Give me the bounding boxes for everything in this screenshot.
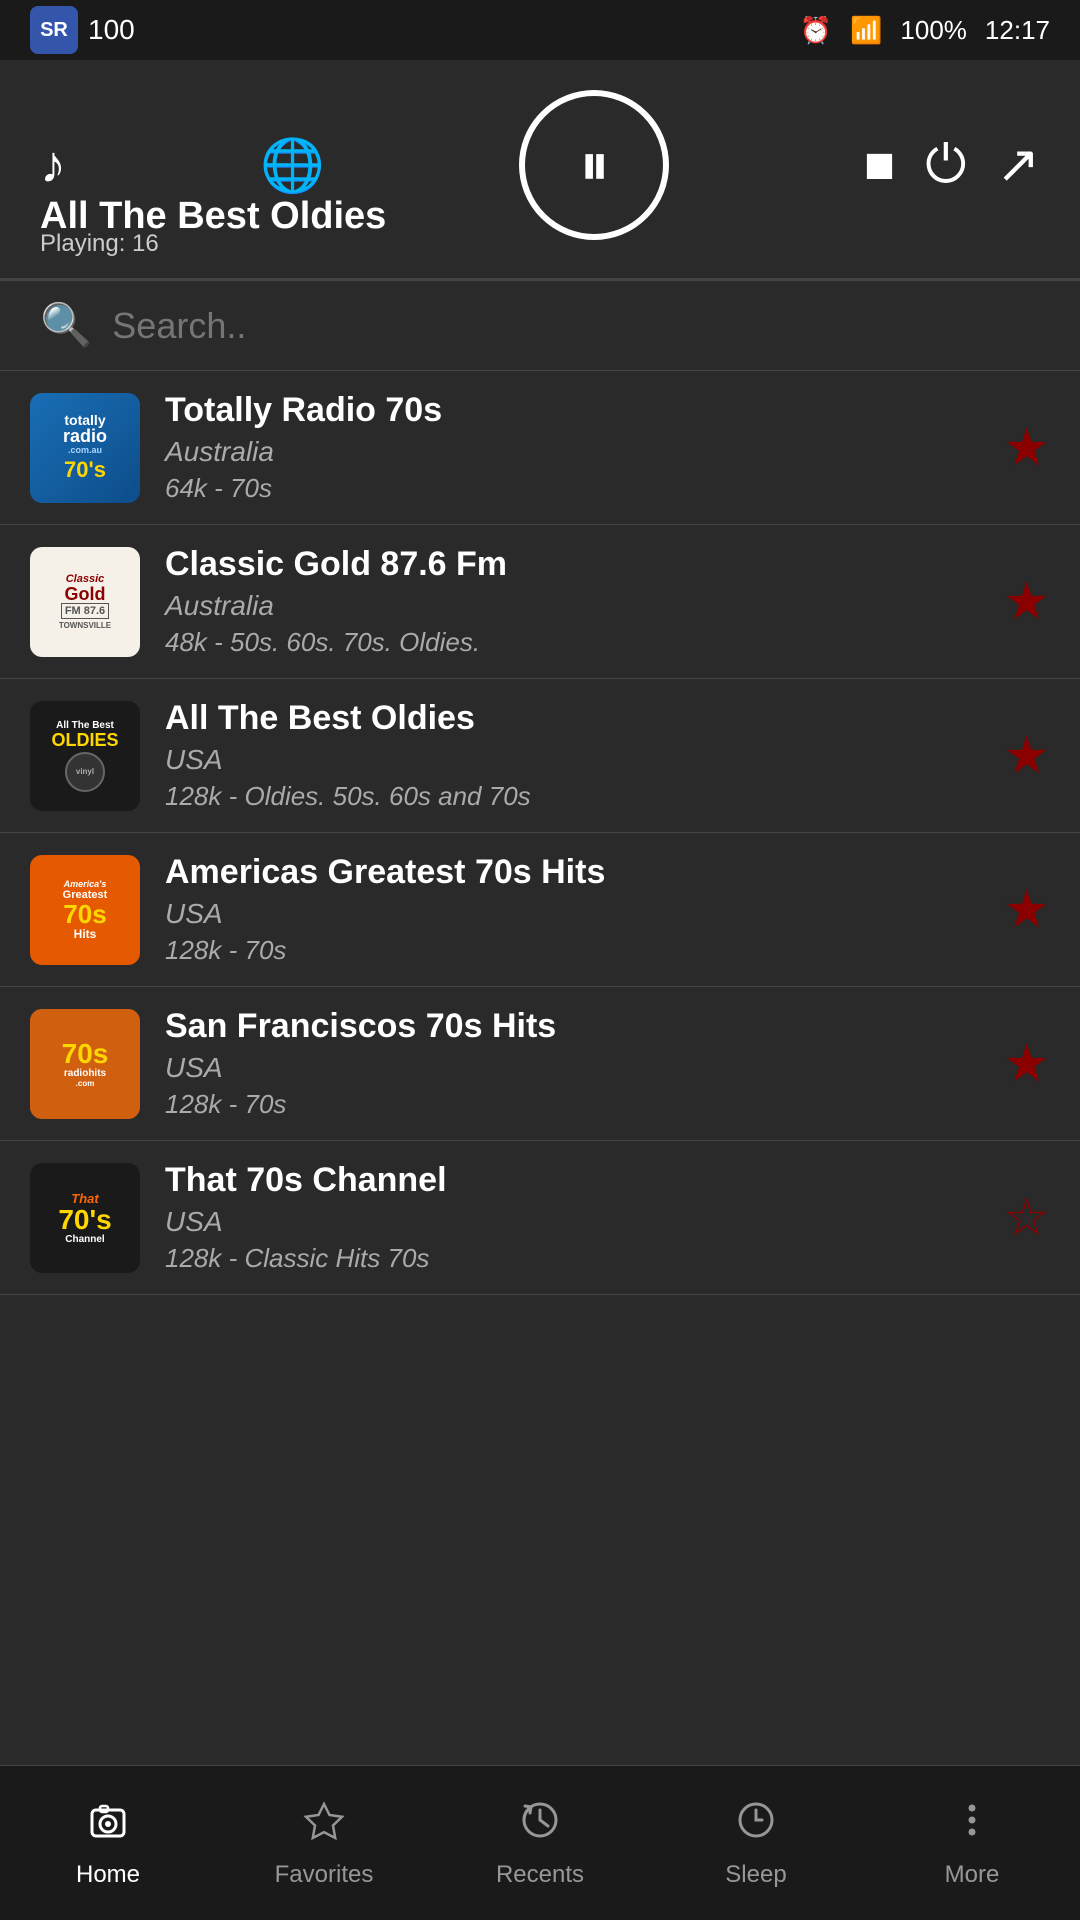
station-meta: 128k - Oldies. 50s. 60s and 70s — [165, 781, 978, 812]
nav-more-label: More — [945, 1861, 1000, 1889]
home-icon — [86, 1798, 130, 1853]
station-item[interactable]: That 70's Channel That 70s Channel USA 1… — [0, 1141, 1080, 1295]
station-list: totally radio .com.au 70's Totally Radio… — [0, 371, 1080, 1726]
nav-recents-label: Recents — [496, 1861, 584, 1889]
station-meta: 128k - 70s — [165, 1089, 978, 1120]
station-logo: totally radio .com.au 70's — [30, 393, 140, 503]
search-icon: 🔍 — [40, 301, 92, 350]
favorite-button[interactable]: ★ — [1003, 418, 1050, 478]
favorite-button[interactable]: ☆ — [1003, 1188, 1050, 1248]
station-meta: 48k - 50s. 60s. 70s. Oldies. — [165, 627, 978, 658]
search-bar[interactable]: 🔍 — [0, 280, 1080, 371]
nav-home[interactable]: Home — [0, 1788, 216, 1899]
station-item[interactable]: America's Greatest 70s Hits Americas Gre… — [0, 833, 1080, 987]
status-left: SR 100 — [30, 6, 135, 54]
favorite-button[interactable]: ★ — [1003, 1034, 1050, 1094]
now-playing-name: All The Best Oldies — [40, 195, 1040, 238]
station-logo: 70s radiohits .com — [30, 1009, 140, 1119]
status-bar: SR 100 ⏰ 📶 100% 12:17 — [0, 0, 1080, 60]
player-area: ♪ 🌐 ⏸ ■ ⏻ ↗ Playing: 16 All The Best Old… — [0, 60, 1080, 278]
station-name: Americas Greatest 70s Hits — [165, 853, 978, 892]
nav-sleep-label: Sleep — [725, 1861, 786, 1889]
station-meta: 128k - Classic Hits 70s — [165, 1243, 978, 1274]
favorite-button[interactable]: ★ — [1003, 726, 1050, 786]
station-logo: America's Greatest 70s Hits — [30, 855, 140, 965]
playing-count-label: Playing: 16 — [40, 230, 159, 258]
sleep-icon — [734, 1798, 778, 1853]
station-country: USA — [165, 1206, 978, 1238]
nav-recents[interactable]: Recents — [432, 1788, 648, 1899]
nav-favorites[interactable]: Favorites — [216, 1788, 432, 1899]
app-icon: SR — [30, 6, 78, 54]
recents-icon — [518, 1798, 562, 1853]
station-item[interactable]: totally radio .com.au 70's Totally Radio… — [0, 371, 1080, 525]
status-signal: 100 — [88, 14, 135, 46]
station-meta: 64k - 70s — [165, 473, 978, 504]
station-info: That 70s Channel USA 128k - Classic Hits… — [165, 1161, 978, 1274]
now-playing-title: All The Best Oldies — [40, 185, 1040, 258]
station-meta: 128k - 70s — [165, 935, 978, 966]
battery-label: 100% — [900, 15, 967, 46]
nav-home-label: Home — [76, 1861, 140, 1889]
nav-sleep[interactable]: Sleep — [648, 1788, 864, 1899]
station-name: San Franciscos 70s Hits — [165, 1007, 978, 1046]
station-country: Australia — [165, 590, 978, 622]
search-input[interactable] — [112, 305, 1040, 347]
station-country: USA — [165, 1052, 978, 1084]
station-info: Classic Gold 87.6 Fm Australia 48k - 50s… — [165, 545, 978, 658]
station-country: Australia — [165, 436, 978, 468]
station-item[interactable]: 70s radiohits .com San Franciscos 70s Hi… — [0, 987, 1080, 1141]
station-info: Totally Radio 70s Australia 64k - 70s — [165, 391, 978, 504]
alarm-icon: ⏰ — [800, 15, 832, 46]
favorite-button[interactable]: ★ — [1003, 880, 1050, 940]
station-info: San Franciscos 70s Hits USA 128k - 70s — [165, 1007, 978, 1120]
nav-favorites-label: Favorites — [275, 1861, 374, 1889]
station-country: USA — [165, 744, 978, 776]
station-country: USA — [165, 898, 978, 930]
station-name: Classic Gold 87.6 Fm — [165, 545, 978, 584]
favorite-button[interactable]: ★ — [1003, 572, 1050, 632]
station-logo: All The Best OLDIES vinyl — [30, 701, 140, 811]
time-label: 12:17 — [985, 15, 1050, 46]
station-logo: That 70's Channel — [30, 1163, 140, 1273]
station-item[interactable]: Classic Gold FM 87.6 TOWNSVILLE Classic … — [0, 525, 1080, 679]
station-info: Americas Greatest 70s Hits USA 128k - 70… — [165, 853, 978, 966]
favorites-icon — [302, 1798, 346, 1853]
wifi-icon: 📶 — [850, 15, 882, 46]
station-info: All The Best Oldies USA 128k - Oldies. 5… — [165, 699, 978, 812]
more-icon — [950, 1798, 994, 1853]
bottom-nav: Home Favorites Recents Sleep — [0, 1765, 1080, 1920]
station-name: Totally Radio 70s — [165, 391, 978, 430]
nav-more[interactable]: More — [864, 1788, 1080, 1899]
status-right: ⏰ 📶 100% 12:17 — [800, 15, 1050, 46]
station-logo: Classic Gold FM 87.6 TOWNSVILLE — [30, 547, 140, 657]
station-item[interactable]: All The Best OLDIES vinyl All The Best O… — [0, 679, 1080, 833]
station-name: All The Best Oldies — [165, 699, 978, 738]
station-name: That 70s Channel — [165, 1161, 978, 1200]
